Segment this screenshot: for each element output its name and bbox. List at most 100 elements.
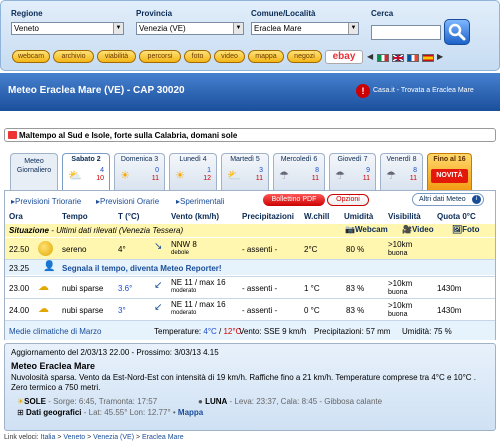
tab-label: Domenica 3 [120,156,159,163]
geo-info: ⊞ Dati geografici - Lat: 45.55° Lon: 12.… [17,408,203,417]
pill-archivio[interactable]: archivio [53,50,94,63]
pill-percorsi[interactable]: percorsi [139,50,181,63]
tab-giovedi-7[interactable]: Giovedì 7 ☂ 9 11 [329,153,376,190]
row-vento-desc: debole [171,250,190,256]
climatiche-min: 4°C [203,327,217,336]
flag-prev-icon[interactable]: ◀ [367,52,373,61]
comune-select[interactable]: Eraclea Mare ▼ [251,22,359,35]
moon-icon: ● [198,397,203,406]
footer-link-veneto[interactable]: Veneto [63,434,85,441]
climatiche-temp: Temperature: 4°C / 12°C [154,327,242,336]
row-tempo: sereno [62,245,87,254]
tab-label: Meteo Giornaliero [16,158,52,174]
pill-webcam[interactable]: webcam [12,50,50,63]
tab-meteo-giornaliero[interactable]: Meteo Giornaliero [10,153,58,190]
foto-link[interactable]: 🖼Foto [452,225,479,234]
situazione-label: Situazione - Ultimi dati rilevati (Venez… [9,226,183,235]
video-label: Video [411,225,434,234]
pill-foto[interactable]: foto [184,50,211,63]
col-umidita: Umidità [344,212,374,221]
row-vento: NNW 8 [171,240,197,249]
row-t: 4° [118,245,126,254]
climatiche-umid: Umidità: 75 % [402,327,452,336]
tab-fino-al-16[interactable]: Fino al 16 NOVITÀ [427,153,472,190]
segnala-link[interactable]: Segnala il tempo, diventa Meteo Reporter… [62,264,222,273]
flag-it-icon[interactable] [377,54,389,62]
subnav-triorarie[interactable]: ▸Previsioni Triorarie [11,197,81,206]
row-ora: 24.00 [9,306,30,315]
summary-text: Nuvolosità sparsa. Vento da Est-Nord-Est… [11,373,476,392]
pill-negozi[interactable]: negozi [287,50,322,63]
tab-domenica-3[interactable]: Domenica 3 ☀ 0 11 [114,153,165,190]
video-link[interactable]: 🎥Video [402,225,434,234]
tab-temps: 9 11 [363,167,370,183]
chevron-down-icon: ▼ [348,23,358,34]
regione-select[interactable]: Veneto ▼ [11,22,124,35]
situazione-text: - Ultimi dati rilevati (Venezia Tessera) [51,226,184,235]
flag-fr-icon[interactable] [407,54,419,62]
wind-arrow-icon: ↙ [154,280,163,291]
tab-sabato-2[interactable]: Sabato 2 ⛅ 4 10 [62,153,110,190]
subnav-orarie-label: Previsioni Orarie [100,197,160,206]
row-umid: 83 % [346,284,365,293]
search-input[interactable] [371,25,441,40]
ebay-button[interactable]: ebay [325,50,363,64]
tab-temp-min: 9 [366,167,370,174]
tab-temps: 8 11 [410,167,417,183]
tab-venerdi-8[interactable]: Venerdì 8 ☂ 8 11 [380,153,423,190]
chevron-down-icon: ▼ [233,23,243,34]
flag-es-icon[interactable] [422,54,434,62]
search-button[interactable] [444,19,470,45]
pill-mappa[interactable]: mappa [248,50,284,63]
bollettino-button[interactable]: Bollettino PDF [263,194,325,206]
tab-mercoledi-6[interactable]: Mercoledì 6 ☂ 8 11 [273,153,325,190]
climatiche-temp-label: Temperature: [154,327,202,336]
casa-link[interactable]: Casa.it - Trovata a Eraclea Mare [373,87,474,94]
table-row: 23.25 👤 Segnala il tempo, diventa Meteo … [5,259,495,275]
row-prec: - assenti - [242,284,278,293]
news-alert[interactable]: Maltempo al Sud e Isole, forte sulla Cal… [4,128,496,142]
subnav-sperimentali[interactable]: ▸Sperimentali [176,197,224,206]
row-prec: - assenti - [242,245,278,254]
sole-text: - Sorge: 6:45, Tramonta: 17:57 [48,397,158,406]
moon-icon [38,241,53,256]
row-vis: >10km [388,301,413,310]
summary-title: Meteo Eraclea Mare [11,361,96,371]
tab-temp-max: 11 [362,175,370,182]
altri-dati-button[interactable]: Altri dati Meteo i [412,193,484,206]
sole-info: ☀SOLE - Sorge: 6:45, Tramonta: 17:57 [17,397,157,406]
cerca-label: Cerca [371,9,394,18]
tab-temps: 8 11 [312,167,319,183]
cloud-moon-icon: ☁ [38,281,49,293]
tab-temp-min: 8 [315,167,319,174]
row-umid: 80 % [346,245,365,254]
summary-box: Aggiornamento del 2/03/13 22.00 - Prossi… [4,343,496,431]
row-ora: 23.25 [9,264,30,273]
footer-link-venezia[interactable]: Venezia (VE) [93,434,134,441]
subnav-orarie[interactable]: ▸Previsioni Orarie [96,197,159,206]
row-ora: 23.00 [9,284,30,293]
pill-viabilita[interactable]: viabilità [97,50,136,63]
row-tempo: nubi sparse [62,306,104,315]
geo-text: - Lat: 45.55° Lon: 12.77° • [83,408,176,417]
wind-arrow-icon: ↙ [154,302,163,313]
climatiche-link[interactable]: Medie climatiche di Marzo [9,327,101,336]
webcam-label: Webcam [354,225,388,234]
row-quota: 1430m [437,306,462,315]
pill-video[interactable]: video [214,50,245,63]
flag-next-icon[interactable]: ▶ [437,52,443,61]
tab-temp-min: 1 [207,167,211,174]
mappa-link[interactable]: Mappa [178,408,203,417]
footer-link-italia[interactable]: Italia [41,434,56,441]
opzioni-button[interactable]: Opzioni [327,194,369,206]
webcam-link[interactable]: 📷Webcam [345,225,388,234]
row-t: 3° [118,306,126,315]
tab-temps: 4 10 [96,167,104,183]
tab-martedi-5[interactable]: Martedì 5 ⛅ 3 11 [221,153,269,190]
footer-link-eraclea[interactable]: Eraclea Mare [142,434,184,441]
provincia-select[interactable]: Venezia (VE) ▼ [136,22,244,35]
flag-uk-icon[interactable] [392,54,404,62]
tab-lunedi-4[interactable]: Lunedì 4 ☀ 1 12 [169,153,217,190]
climatiche-vento: Vento: SSE 9 km/h [239,327,307,336]
geo-label: Dati geografici [25,408,82,417]
